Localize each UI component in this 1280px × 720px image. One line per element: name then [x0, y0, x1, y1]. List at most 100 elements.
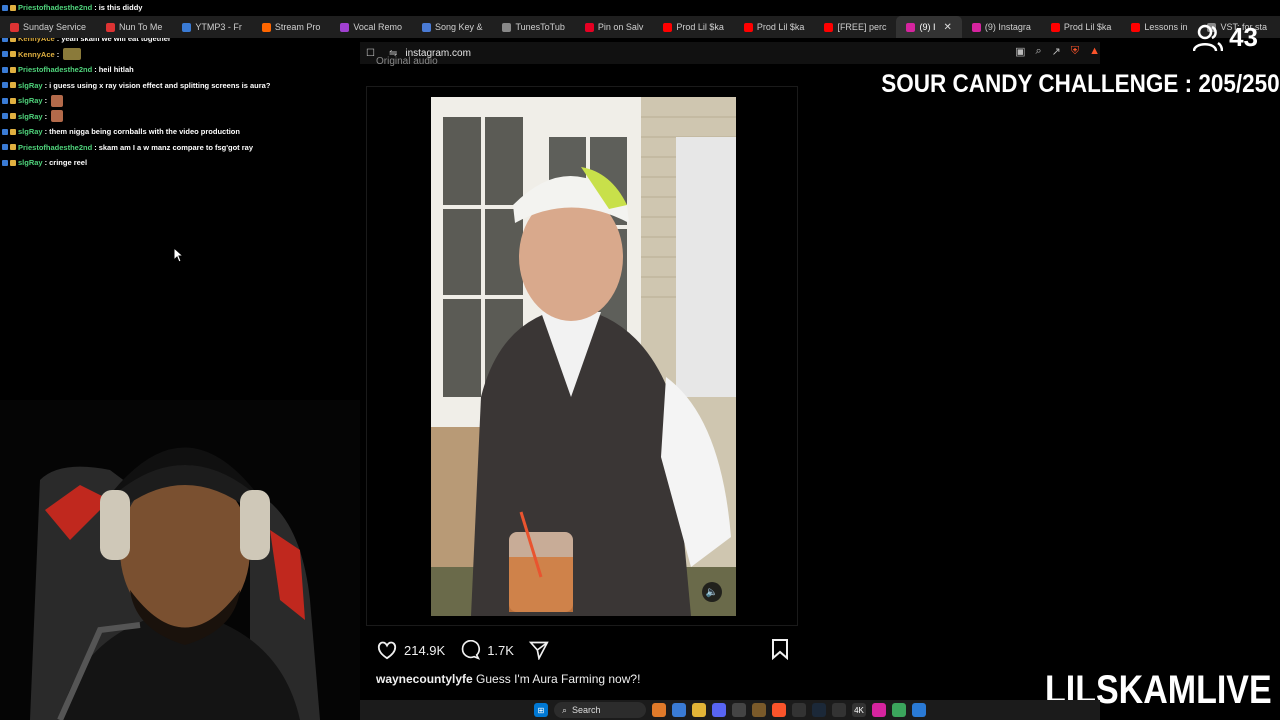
badge-icon [10, 113, 16, 120]
post-audio-label[interactable]: Original audio [376, 56, 438, 67]
chat-emote [51, 110, 64, 123]
brave-shield-icon[interactable]: ⛨ [1071, 45, 1079, 58]
browser-tab[interactable]: [FREE] perc [814, 16, 896, 38]
chrome-icon[interactable] [792, 703, 806, 717]
copilot-icon[interactable] [672, 703, 686, 717]
tab-favicon-icon [663, 22, 673, 32]
discord-icon[interactable] [712, 703, 726, 717]
instagram-post: 🔈 [366, 86, 798, 626]
brave-browser-icon[interactable] [772, 703, 786, 717]
like-heart-icon[interactable] [376, 640, 398, 660]
tab-label: (9) I [919, 22, 936, 32]
instagram-icon[interactable] [872, 703, 886, 717]
badge-icon [10, 66, 16, 73]
chat-message: KennyAce : [2, 47, 362, 63]
browser-tab[interactable]: TunesToTub [492, 16, 574, 38]
chat-message: slgRay : [2, 109, 362, 125]
users-icon [1193, 24, 1224, 51]
chat-username: KennyAce [18, 49, 55, 59]
comment-icon[interactable] [459, 640, 481, 660]
webcam-feed [0, 400, 360, 720]
chat-message: slgRay : cringe reel [2, 155, 362, 171]
browser-tab-strip: Sunday Service Nun To Me YTMP3 - Fr Stream … [0, 16, 1280, 38]
chat-separator: : [94, 65, 97, 74]
badge-icon [2, 4, 8, 11]
badge-icon [10, 97, 16, 104]
caption-text: Guess I'm Aura Farming now?! [476, 672, 641, 686]
browser-tab[interactable]: Prod Lil $ka [1041, 16, 1122, 38]
browser-tab[interactable]: Song Key & [412, 16, 493, 38]
chat-message: Priestofhadesthe2nd : skam am I a w manz… [2, 140, 362, 156]
browser-tab[interactable]: Lessons in [1121, 16, 1197, 38]
badge-icon [2, 66, 8, 73]
volume-icon[interactable]: 🔈 [702, 582, 722, 602]
browser-tab[interactable]: Pin on Salv [575, 16, 654, 38]
save-bookmark-icon[interactable] [770, 638, 790, 660]
store-icon[interactable] [732, 703, 746, 717]
chat-username: Priestofhadesthe2nd [18, 142, 93, 152]
tab-favicon-icon [584, 22, 594, 32]
chat-text: is this diddy [98, 3, 143, 12]
chat-separator: : [44, 127, 48, 136]
chat-message: slgRay : i guess using x ray vision effe… [2, 78, 362, 94]
tab-label: Lessons in [1144, 22, 1188, 32]
badge-icon [2, 128, 8, 135]
close-tab-icon[interactable]: ✕ [943, 22, 951, 33]
tab-favicon-icon [502, 22, 512, 32]
share-send-icon[interactable] [528, 640, 550, 660]
tab-label: Nun To Me [119, 22, 163, 32]
app-icon-2[interactable] [832, 703, 846, 717]
cast-icon[interactable]: ▣ [1015, 45, 1025, 58]
browser-tab[interactable]: Nun To Me [96, 16, 172, 38]
taskbar-search[interactable]: ⌕ Search [554, 702, 646, 718]
comment-count[interactable]: 1.7K [487, 643, 514, 658]
address-bar[interactable]: ☐ ⇋ instagram.com ▣ ⌕ ↗ ⛨ ▲ [360, 42, 1100, 64]
badge-icon [2, 159, 8, 166]
caption-username[interactable]: waynecountylyfe [376, 672, 473, 686]
file-explorer-icon[interactable] [692, 703, 706, 717]
tab-favicon-icon [182, 22, 192, 32]
widgets-icon[interactable] [652, 703, 666, 717]
tab-label: Pin on Salv [597, 22, 644, 32]
chat-username: slgRay [18, 96, 43, 105]
browser-tab[interactable]: (9) I ✕ [896, 16, 962, 38]
browser-tab[interactable]: Prod Lil $ka [734, 16, 815, 38]
app-icon[interactable] [752, 703, 766, 717]
reel-video[interactable]: 🔈 [431, 97, 736, 616]
tab-favicon-icon [421, 22, 431, 32]
browser-tab[interactable]: YTMP3 - Fr [172, 16, 252, 38]
chat-separator: : [44, 158, 48, 167]
browser-tab[interactable]: Prod Lil $ka [653, 16, 734, 38]
windows-start-icon[interactable]: ⊞ [534, 703, 548, 717]
4k-downloader-icon[interactable]: 4K [852, 703, 866, 717]
like-count[interactable]: 214.9K [404, 643, 445, 658]
chat-separator: : [94, 142, 97, 152]
badge-icon [2, 97, 8, 104]
browser-tab[interactable]: (9) Instagra [962, 16, 1041, 38]
streamer-webcam [0, 400, 360, 720]
browser-tab[interactable]: Stream Pro [252, 16, 331, 38]
share-icon[interactable]: ↗ [1052, 45, 1061, 58]
steam-icon[interactable] [812, 703, 826, 717]
chat-text: them nigga being cornballs with the vide… [49, 127, 240, 136]
brave-rewards-icon[interactable]: ▲ [1089, 45, 1100, 58]
bookmark-icon[interactable]: ☐ [366, 48, 375, 59]
reel-video-frame [431, 97, 736, 616]
chat-username: Priestofhadesthe2nd [18, 3, 93, 12]
badge-icon [10, 159, 16, 166]
browser-tab[interactable]: Sunday Service [0, 16, 96, 38]
browser-tab[interactable]: Vocal Remo [330, 16, 412, 38]
chat-emote [63, 48, 82, 61]
badge-icon [10, 82, 16, 89]
chat-message: slgRay : [2, 93, 362, 109]
chat-username: slgRay [18, 158, 43, 167]
chat-separator: : [44, 111, 48, 121]
chat-separator: : [44, 80, 48, 90]
tab-label: [FREE] perc [837, 22, 887, 32]
zoom-icon[interactable]: ⌕ [1035, 45, 1041, 58]
app-icon-3[interactable] [892, 703, 906, 717]
tab-favicon-icon [261, 22, 271, 32]
chat-text: i guess using x ray vision effect and sp… [49, 80, 271, 90]
taskbar-search-label: Search [572, 705, 601, 715]
notepad-icon[interactable] [912, 703, 926, 717]
